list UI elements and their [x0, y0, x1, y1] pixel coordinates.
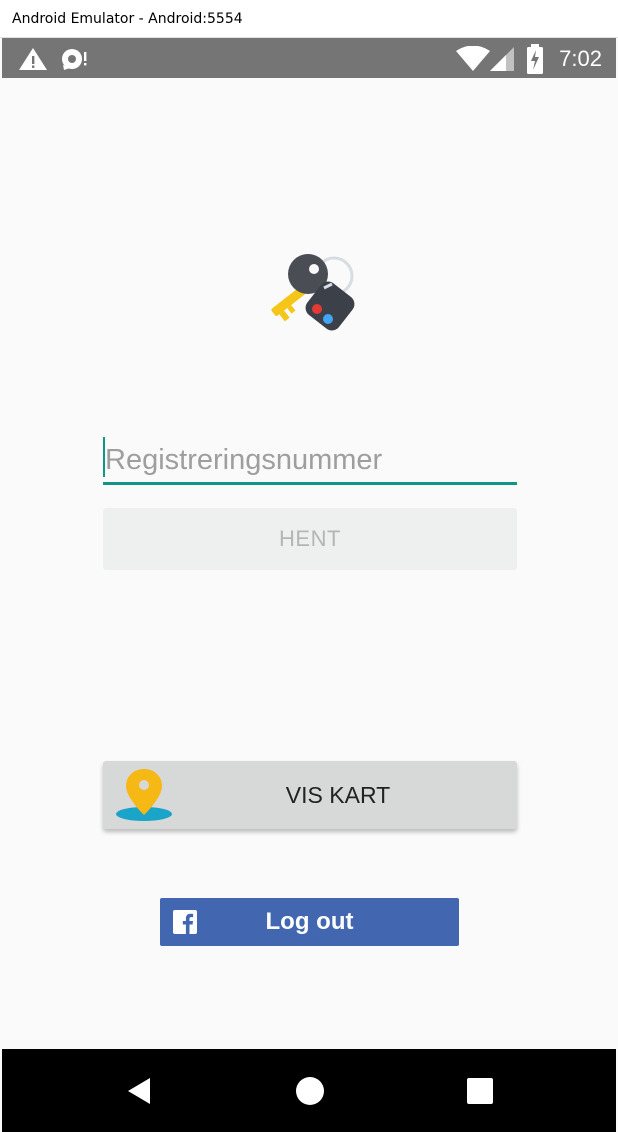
map-pin-icon: [116, 769, 172, 821]
registration-input[interactable]: [103, 436, 517, 484]
vis-kart-label: VIS KART: [285, 782, 391, 808]
emulator-window: Android Emulator - Android:5554 7:02 Reg…: [0, 0, 618, 1132]
app-content: HENT VIS KART Log out: [2, 78, 616, 1049]
navigation-bar: [2, 1049, 616, 1132]
input-underline: [103, 482, 517, 485]
status-time: 7:02: [559, 46, 602, 71]
warning-icon: [19, 48, 47, 70]
battery-charging-icon: [527, 44, 543, 74]
title-bar: Android Emulator - Android:5554: [0, 0, 618, 38]
logout-label: Log out: [265, 908, 354, 935]
cell-signal-icon: [490, 47, 514, 71]
facebook-logout-button[interactable]: Log out: [160, 898, 459, 946]
back-icon[interactable]: [120, 1071, 160, 1111]
sync-icon: [62, 49, 87, 70]
hent-button[interactable]: HENT: [103, 508, 517, 570]
registration-field[interactable]: [103, 436, 517, 486]
car-keys-icon: [271, 254, 355, 331]
status-bar: 7:02: [2, 38, 616, 78]
wifi-icon: [456, 46, 490, 71]
home-icon[interactable]: [290, 1071, 330, 1111]
text-cursor: [103, 437, 105, 477]
window-title: Android Emulator - Android:5554: [12, 11, 243, 27]
recents-icon[interactable]: [460, 1071, 500, 1111]
vis-kart-button[interactable]: VIS KART: [103, 761, 517, 829]
